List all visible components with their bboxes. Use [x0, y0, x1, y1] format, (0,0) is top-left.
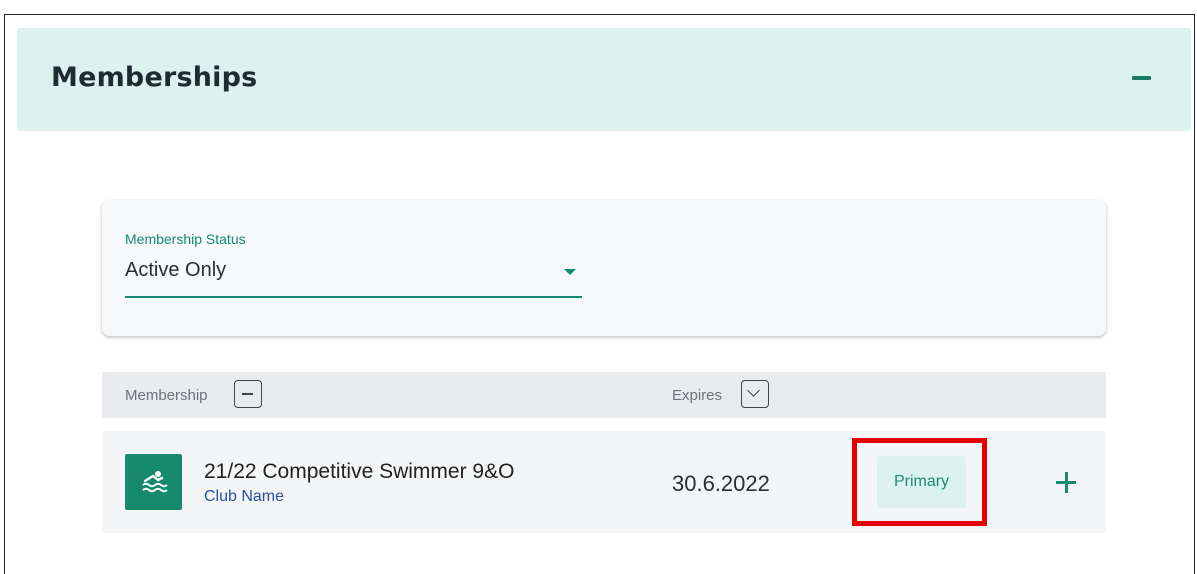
- swimmer-icon: [125, 454, 182, 510]
- collapse-section-button[interactable]: [1123, 58, 1163, 98]
- caret-down-icon: [564, 269, 576, 275]
- sort-expires-button[interactable]: [741, 380, 769, 408]
- filter-card: Membership Status Active Only: [102, 200, 1106, 336]
- chevron-down-icon: [747, 384, 760, 397]
- club-name-link[interactable]: Club Name: [204, 488, 284, 506]
- membership-title: 21/22 Competitive Swimmer 9&O: [204, 460, 515, 483]
- highlight-annotation-box: [852, 438, 987, 526]
- section-title: Memberships: [51, 62, 258, 93]
- collapse-membership-column-button[interactable]: [234, 380, 262, 408]
- column-header-membership: Membership: [125, 387, 208, 404]
- column-header-expires: Expires: [672, 387, 723, 404]
- select-underline: [125, 296, 582, 298]
- membership-status-value: Active Only: [125, 259, 227, 281]
- expires-date: 30.6.2022: [672, 471, 770, 496]
- minus-icon: [242, 393, 253, 395]
- membership-status-select[interactable]: Active Only: [125, 252, 582, 298]
- membership-status-label: Membership Status: [125, 231, 246, 247]
- plus-icon-vertical: [1064, 472, 1068, 493]
- minus-icon: [1132, 76, 1151, 80]
- table-header: Membership Expires: [102, 372, 1106, 418]
- memberships-header: Memberships: [17, 28, 1191, 131]
- expand-row-button[interactable]: [1049, 466, 1083, 500]
